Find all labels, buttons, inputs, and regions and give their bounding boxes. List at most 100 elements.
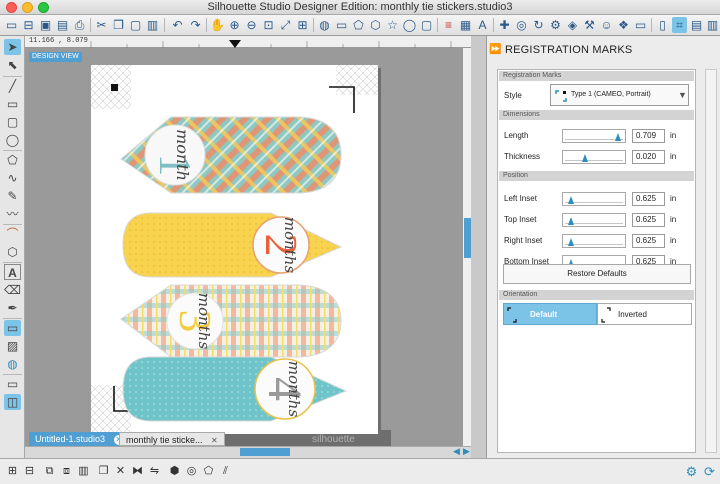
warp-icon[interactable]: ❖ bbox=[616, 17, 631, 33]
shape-star-icon[interactable]: ☆ bbox=[385, 17, 400, 33]
right_inset-input[interactable]: 0.625 bbox=[632, 234, 665, 248]
sticker-tie-4[interactable]: 4 months bbox=[122, 356, 348, 422]
trace-icon[interactable]: ☺ bbox=[599, 17, 614, 33]
undo-icon[interactable]: ↶ bbox=[170, 17, 185, 33]
offset-icon[interactable]: ◈ bbox=[565, 17, 580, 33]
close-window-button[interactable] bbox=[6, 2, 17, 13]
line-style-icon[interactable]: ⫽ bbox=[218, 464, 233, 479]
shape-square-icon[interactable]: ▢ bbox=[419, 17, 434, 33]
minimize-window-button[interactable] bbox=[22, 2, 33, 13]
scroll-left-icon[interactable]: ◀ bbox=[453, 446, 460, 457]
scroll-right-icon[interactable]: ▶ bbox=[463, 446, 470, 457]
top_inset-slider-thumb[interactable] bbox=[567, 217, 574, 225]
smooth-freehand-icon[interactable]: 〰 bbox=[4, 206, 21, 222]
fill-panel-icon[interactable]: ▭ bbox=[4, 320, 21, 336]
polygon-tool-icon[interactable]: ⬠ bbox=[4, 152, 21, 168]
cut-icon[interactable]: ✂ bbox=[94, 17, 109, 33]
regular-polygon-icon[interactable]: ⬡ bbox=[4, 244, 21, 260]
vertical-scroll-thumb[interactable] bbox=[464, 218, 471, 258]
open-icon[interactable]: ⊟ bbox=[21, 17, 36, 33]
shape-pentagon-icon[interactable]: ⬠ bbox=[351, 17, 366, 33]
line-color-icon[interactable]: ≡ bbox=[441, 17, 456, 33]
select-arrow-icon[interactable]: ➤ bbox=[4, 39, 21, 55]
horizontal-scroll-thumb[interactable] bbox=[240, 448, 290, 456]
grid-icon[interactable]: ▦ bbox=[458, 17, 473, 33]
offset-outline-icon[interactable]: ⬢ bbox=[167, 464, 182, 479]
edit-points-icon[interactable]: ⬉ bbox=[4, 57, 21, 73]
new-icon[interactable]: ▭ bbox=[4, 17, 19, 33]
replicate-icon[interactable]: ◎ bbox=[514, 17, 529, 33]
media-icon[interactable]: ▭ bbox=[334, 17, 349, 33]
left_inset-slider[interactable] bbox=[562, 192, 626, 206]
knife-tool-icon[interactable]: ✒ bbox=[4, 300, 21, 316]
design-view-label[interactable]: DESIGN VIEW bbox=[29, 52, 82, 62]
align-icon[interactable]: ✚ bbox=[497, 17, 512, 33]
cut-settings-icon[interactable]: ▥ bbox=[705, 17, 720, 33]
zoom-page-icon[interactable]: ⊞ bbox=[295, 17, 310, 33]
help-icon[interactable]: ⟳ bbox=[702, 464, 717, 479]
zoom-window-button[interactable] bbox=[38, 2, 49, 13]
sticker-tie-3[interactable]: 3 months bbox=[120, 284, 342, 358]
compound-icon[interactable]: ⧉ bbox=[42, 464, 57, 479]
delete-icon[interactable]: ✕ bbox=[113, 464, 128, 479]
release-compound-icon[interactable]: ⧈ bbox=[59, 464, 74, 479]
shape-circle-icon[interactable]: ◯ bbox=[402, 17, 417, 33]
sticker-tie-2[interactable]: 2 months bbox=[122, 212, 343, 278]
length-input[interactable]: 0.709 bbox=[632, 129, 665, 143]
trace-outline-icon[interactable]: ◎ bbox=[184, 464, 199, 479]
save-icon[interactable]: ▣ bbox=[38, 17, 53, 33]
right_inset-slider[interactable] bbox=[562, 234, 626, 248]
select-icon[interactable]: ◍ bbox=[317, 17, 332, 33]
orientation-default-button[interactable]: Default bbox=[503, 303, 597, 325]
zoom-in-icon[interactable]: ⊕ bbox=[227, 17, 242, 33]
rotate-icon[interactable]: ↻ bbox=[531, 17, 546, 33]
close-tab-icon[interactable]: ✕ bbox=[211, 436, 218, 445]
redo-icon[interactable]: ↷ bbox=[188, 17, 203, 33]
library-icon[interactable]: ▤ bbox=[55, 17, 70, 33]
registration-marks-icon[interactable]: ⌗ bbox=[672, 17, 687, 33]
page[interactable]: 1 month 2 months 3 months 4 months bbox=[91, 65, 378, 434]
curve-tool-icon[interactable]: ∿ bbox=[4, 170, 21, 186]
rounded-rect-tool-icon[interactable]: ▢ bbox=[4, 114, 21, 130]
ellipse-tool-icon[interactable]: ◯ bbox=[4, 132, 21, 148]
top_inset-slider[interactable] bbox=[562, 213, 626, 227]
edit-shape-icon[interactable]: ⬠ bbox=[201, 464, 216, 479]
thickness-slider-thumb[interactable] bbox=[581, 154, 588, 162]
top_inset-input[interactable]: 0.625 bbox=[632, 213, 665, 227]
ungroup-icon[interactable]: ⊟ bbox=[22, 464, 37, 479]
left_inset-slider-thumb[interactable] bbox=[567, 196, 574, 204]
globe-icon[interactable]: ◍ bbox=[4, 356, 21, 372]
library-store-icon[interactable]: ▯ bbox=[655, 17, 670, 33]
length-slider[interactable] bbox=[562, 129, 626, 143]
window-view-icon[interactable]: ▭ bbox=[4, 376, 21, 392]
line-tool-icon[interactable]: ╱ bbox=[4, 78, 21, 94]
split-view-icon[interactable]: ◫ bbox=[4, 394, 21, 410]
library-open-icon[interactable]: ▥ bbox=[145, 17, 160, 33]
duplicate-icon[interactable]: ❐ bbox=[96, 464, 111, 479]
modify-icon[interactable]: ⚙ bbox=[548, 17, 563, 33]
design-canvas[interactable]: 11.166 , 8.079 DESIGN VIEW 1 month 2 mon… bbox=[25, 36, 471, 446]
panel-scrollbar[interactable] bbox=[705, 69, 717, 453]
group-icon[interactable]: ⊞ bbox=[5, 464, 20, 479]
restore-defaults-button[interactable]: Restore Defaults bbox=[503, 264, 691, 284]
settings-gear-icon[interactable]: ⚙ bbox=[684, 464, 699, 479]
image-panel-icon[interactable]: ▨ bbox=[4, 338, 21, 354]
orientation-inverted-button[interactable]: Inverted bbox=[597, 303, 692, 325]
knife-icon[interactable]: ⚒ bbox=[582, 17, 597, 33]
send-icon[interactable]: ▤ bbox=[689, 17, 704, 33]
tab-untitled-1[interactable]: Untitled-1.studio3 ✕ bbox=[29, 432, 130, 446]
right_inset-slider-thumb[interactable] bbox=[567, 238, 574, 246]
tab-monthly-tie-stickers[interactable]: monthly tie sticke... ✕ bbox=[119, 432, 225, 446]
panel-collapse-icon[interactable]: ⏩ bbox=[489, 44, 501, 55]
thickness-input[interactable]: 0.020 bbox=[632, 150, 665, 164]
fit-icon[interactable]: ⤢ bbox=[278, 17, 293, 33]
print-icon[interactable]: ⎙ bbox=[72, 17, 87, 33]
length-slider-thumb[interactable] bbox=[614, 133, 621, 141]
copy-icon[interactable]: ❐ bbox=[111, 17, 126, 33]
rectangle-tool-icon[interactable]: ▭ bbox=[4, 96, 21, 112]
text-style-icon[interactable]: A bbox=[475, 17, 490, 33]
page-setup-icon[interactable]: ▭ bbox=[633, 17, 648, 33]
paste-icon[interactable]: ▢ bbox=[128, 17, 143, 33]
left_inset-input[interactable]: 0.625 bbox=[632, 192, 665, 206]
zoom-out-icon[interactable]: ⊖ bbox=[244, 17, 259, 33]
